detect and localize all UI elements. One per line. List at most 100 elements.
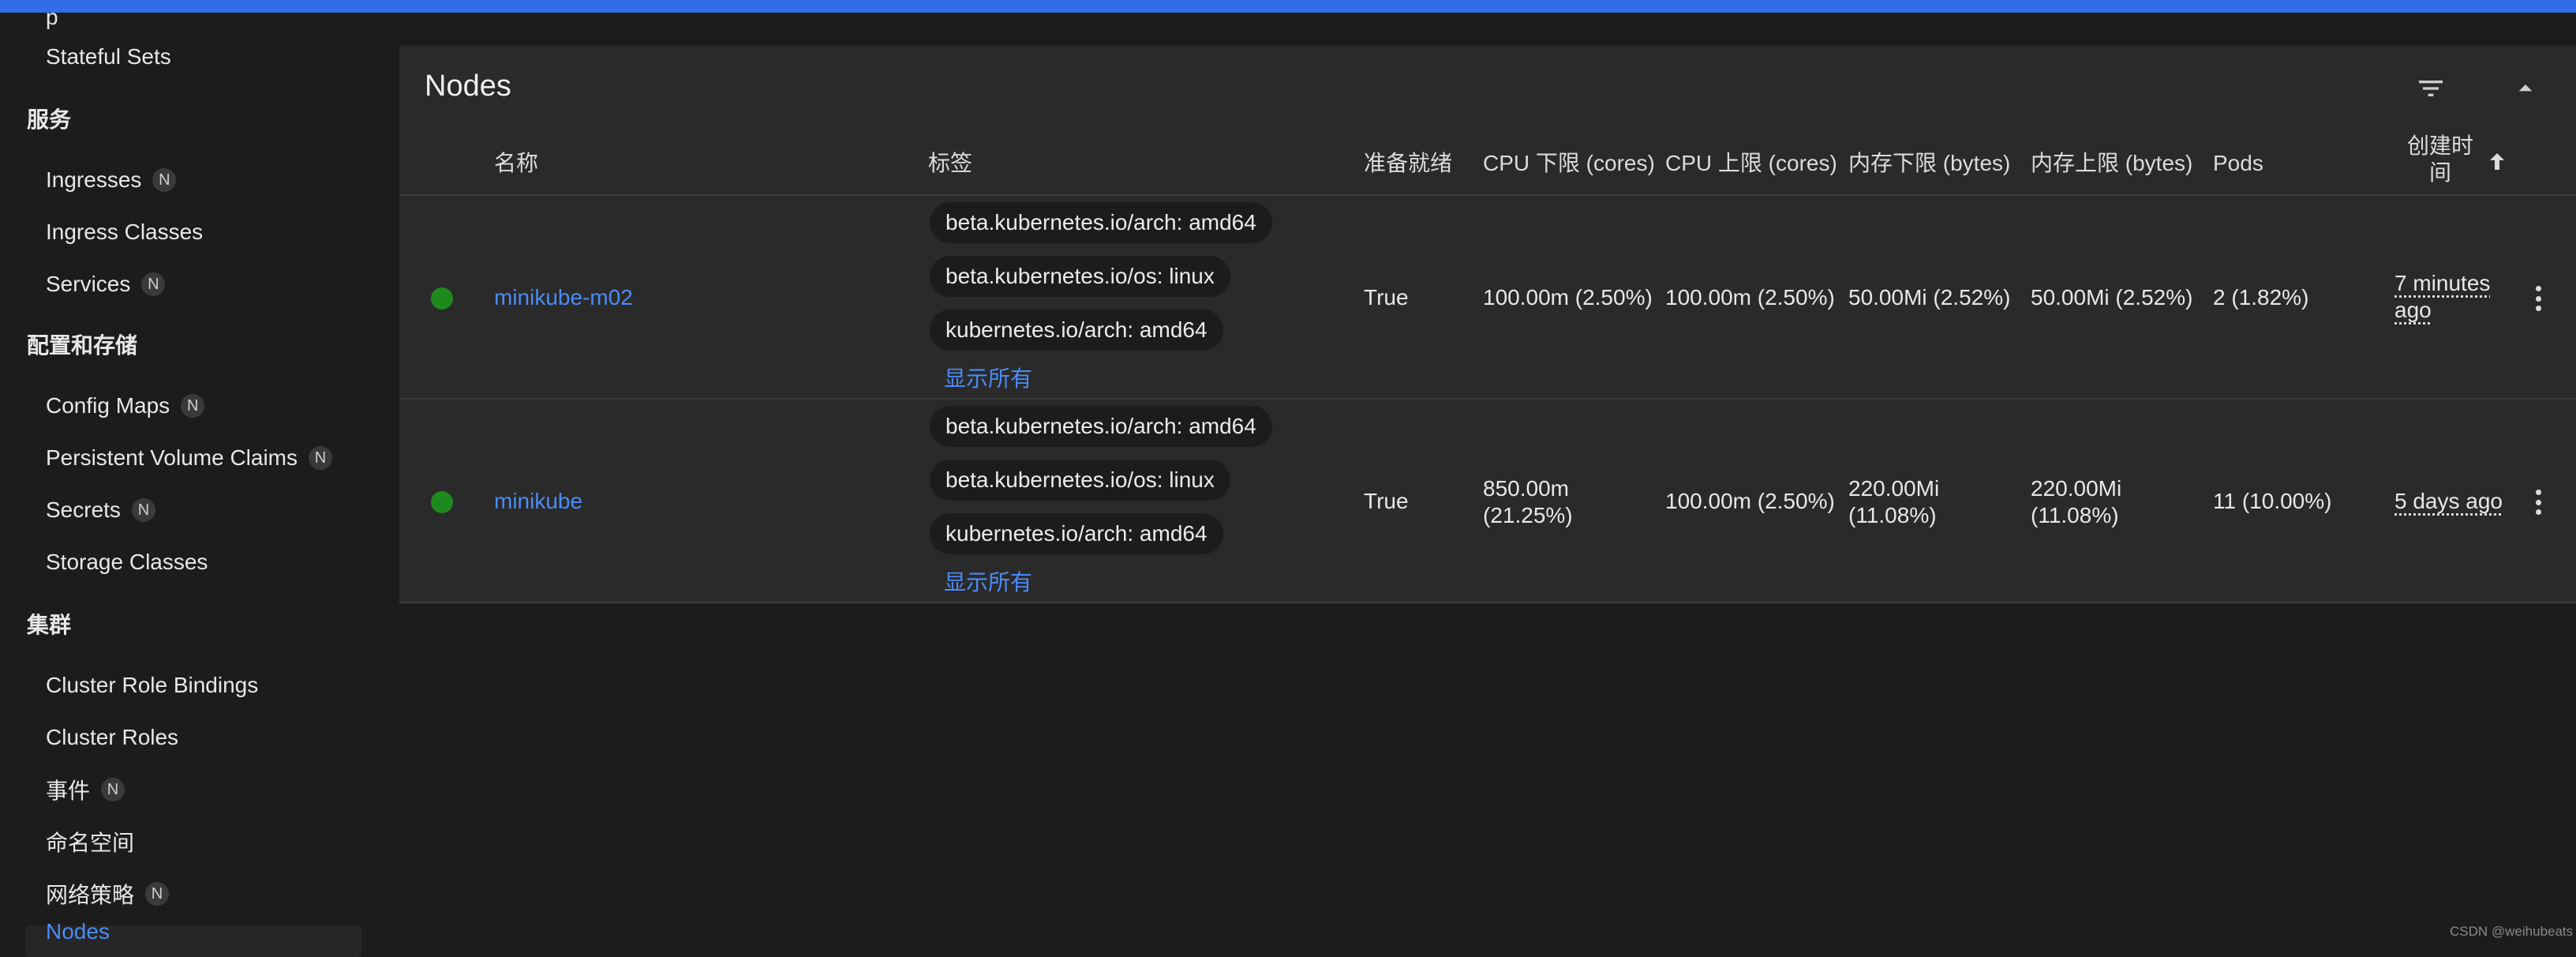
more-vert-icon[interactable]: [2530, 283, 2546, 314]
label-chip: beta.kubernetes.io/os: linux: [930, 256, 1230, 297]
label-chip: beta.kubernetes.io/arch: amd64: [930, 406, 1272, 447]
node-name-link[interactable]: minikube: [494, 488, 582, 515]
sidebar-item-ingress-classes[interactable]: Ingress Classes: [46, 215, 203, 250]
page-title: Nodes: [425, 69, 511, 103]
created-time: 5 days ago: [2394, 488, 2503, 515]
sidebar-item-storage-classes[interactable]: Storage Classes: [46, 545, 208, 580]
sidebar-clipped-item[interactable]: p: [46, 5, 58, 30]
mem-requests-line1: 220.00Mi: [1848, 476, 1940, 501]
label-chip: kubernetes.io/arch: amd64: [930, 310, 1223, 351]
column-header-created-line2: 间: [2428, 160, 2451, 185]
mem-limits-line1: 220.00Mi: [2031, 476, 2122, 501]
sidebar-item-label: Ingresses: [46, 167, 142, 192]
sidebar-section-config-storage: 配置和存储: [27, 327, 137, 362]
watermark: CSDN @weihubeats: [2450, 924, 2574, 939]
sidebar-section-label: 配置和存储: [27, 333, 138, 358]
sidebar-item-cluster-roles[interactable]: Cluster Roles: [46, 720, 178, 755]
sidebar-item-cluster-role-bindings[interactable]: Cluster Role Bindings: [46, 668, 258, 703]
sidebar-item-label: Cluster Role Bindings: [46, 673, 259, 697]
column-header-mem-limits: 内存上限 (bytes): [2031, 151, 2193, 175]
mem-requests-value: 50.00Mi (2.52%): [1848, 284, 2010, 311]
column-header-created[interactable]: 创建时 间: [2401, 133, 2480, 186]
sidebar-item-label: Persistent Volume Claims: [46, 445, 298, 470]
column-header-cpu-requests: CPU 下限 (cores): [1483, 151, 1655, 175]
sidebar-item-label: Ingress Classes: [46, 220, 204, 244]
cpu-requests-value: 100.00m (2.50%): [1483, 284, 1653, 311]
sidebar-item-events[interactable]: 事件 N: [46, 772, 125, 807]
column-header-pods: Pods: [2213, 151, 2263, 175]
sidebar-item-persistent-volume-claims[interactable]: Persistent Volume Claims N: [46, 441, 333, 475]
sidebar-item-ingresses[interactable]: Ingresses N: [46, 163, 177, 197]
sidebar-item-label: 事件: [46, 779, 91, 803]
row-divider: [399, 398, 2576, 400]
sidebar-item-label: Stateful Sets: [46, 44, 171, 69]
cpu-requests-line2: (21.25%): [1483, 503, 1573, 527]
mem-requests-line2: (11.08%): [1848, 503, 1937, 527]
created-time: 7 minutes ago: [2394, 270, 2490, 324]
mem-limits-value: 220.00Mi (11.08%): [2031, 475, 2121, 529]
sidebar-item-label: Storage Classes: [46, 550, 208, 574]
sidebar-section-services: 服务: [27, 101, 71, 136]
node-name-link[interactable]: minikube-m02: [494, 284, 633, 311]
header-divider: [399, 194, 2576, 196]
show-all-labels-link[interactable]: 显示所有: [944, 565, 1032, 597]
mem-limits-value: 50.00Mi (2.52%): [2031, 284, 2192, 311]
sidebar-item-label: Config Maps: [46, 393, 170, 418]
ready-value: True: [1364, 489, 1409, 513]
mem-requests-line1: 50.00Mi (2.52%): [1848, 285, 2011, 310]
pods-value: 11 (10.00%): [2213, 489, 2332, 513]
created-time-line1: 5 days ago: [2394, 489, 2503, 513]
column-header-created-line1: 创建时: [2406, 133, 2473, 158]
sidebar-section-label: 服务: [27, 107, 72, 132]
arrow-upward-icon[interactable]: [2483, 148, 2511, 181]
sidebar-item-label: Services: [46, 272, 131, 296]
filter-list-icon[interactable]: [2409, 66, 2453, 111]
label-chip: beta.kubernetes.io/arch: amd64: [930, 202, 1272, 243]
sidebar-item-services[interactable]: Services N: [46, 267, 166, 302]
column-header-cpu-limits: CPU 上限 (cores): [1665, 151, 1837, 175]
sidebar-item-network-policies[interactable]: 网络策略 N: [46, 876, 170, 911]
top-accent-bar: [0, 0, 2576, 13]
status-ready-icon: [431, 287, 453, 310]
sidebar-item-secrets[interactable]: Secrets N: [46, 493, 155, 527]
created-time-line1: 7 minutes: [2394, 271, 2491, 295]
mem-limits-line2: (11.08%): [2031, 503, 2119, 527]
status-ready-icon: [431, 491, 453, 513]
sidebar-item-config-maps[interactable]: Config Maps N: [46, 388, 205, 423]
cpu-requests-line1: 100.00m (2.50%): [1483, 285, 1653, 310]
cpu-limits-value: 100.00m (2.50%): [1665, 489, 1835, 513]
mem-requests-value: 220.00Mi (11.08%): [1848, 475, 1939, 529]
sidebar-section-label: 集群: [27, 613, 72, 637]
new-badge: N: [145, 882, 170, 906]
sidebar-item-label: 命名空间: [46, 831, 135, 855]
sidebar-item-label: 网络策略: [46, 883, 135, 907]
arrow-drop-up-icon[interactable]: [2503, 66, 2548, 111]
column-header-mem-requests: 内存下限 (bytes): [1848, 151, 2011, 175]
pods-value: 2 (1.82%): [2213, 285, 2309, 310]
sidebar: p Stateful Sets 服务 Ingresses N Ingress C…: [0, 5, 363, 957]
sidebar-section-cluster: 集群: [27, 606, 71, 641]
sidebar-item-nodes[interactable]: Nodes: [46, 919, 110, 944]
label-chip: kubernetes.io/arch: amd64: [930, 513, 1223, 554]
new-badge: N: [131, 498, 155, 522]
sidebar-item-label: Cluster Roles: [46, 725, 179, 749]
label-chip: beta.kubernetes.io/os: linux: [930, 460, 1230, 501]
nodes-card: Nodes 名称 标签 准备就绪 CPU 下限 (cores) CPU 上限 (…: [399, 46, 2576, 603]
new-badge: N: [152, 168, 177, 192]
more-vert-icon[interactable]: [2530, 486, 2546, 518]
new-badge: N: [101, 778, 125, 801]
new-badge: N: [309, 446, 333, 470]
show-all-labels-link[interactable]: 显示所有: [944, 362, 1032, 393]
cpu-requests-value: 850.00m (21.25%): [1483, 475, 1573, 529]
new-badge: N: [181, 394, 205, 418]
cpu-requests-line1: 850.00m: [1483, 476, 1569, 501]
sidebar-item-stateful-sets[interactable]: Stateful Sets: [46, 39, 171, 74]
new-badge: N: [141, 272, 166, 296]
sidebar-item-namespaces[interactable]: 命名空间: [46, 824, 134, 859]
row-divider: [399, 602, 2576, 603]
ready-value: True: [1364, 285, 1409, 310]
cpu-limits-value: 100.00m (2.50%): [1665, 285, 1835, 310]
column-header-name[interactable]: 名称: [494, 150, 538, 177]
mem-limits-line1: 50.00Mi (2.52%): [2031, 285, 2193, 310]
column-header-ready: 准备就绪: [1364, 151, 1453, 175]
